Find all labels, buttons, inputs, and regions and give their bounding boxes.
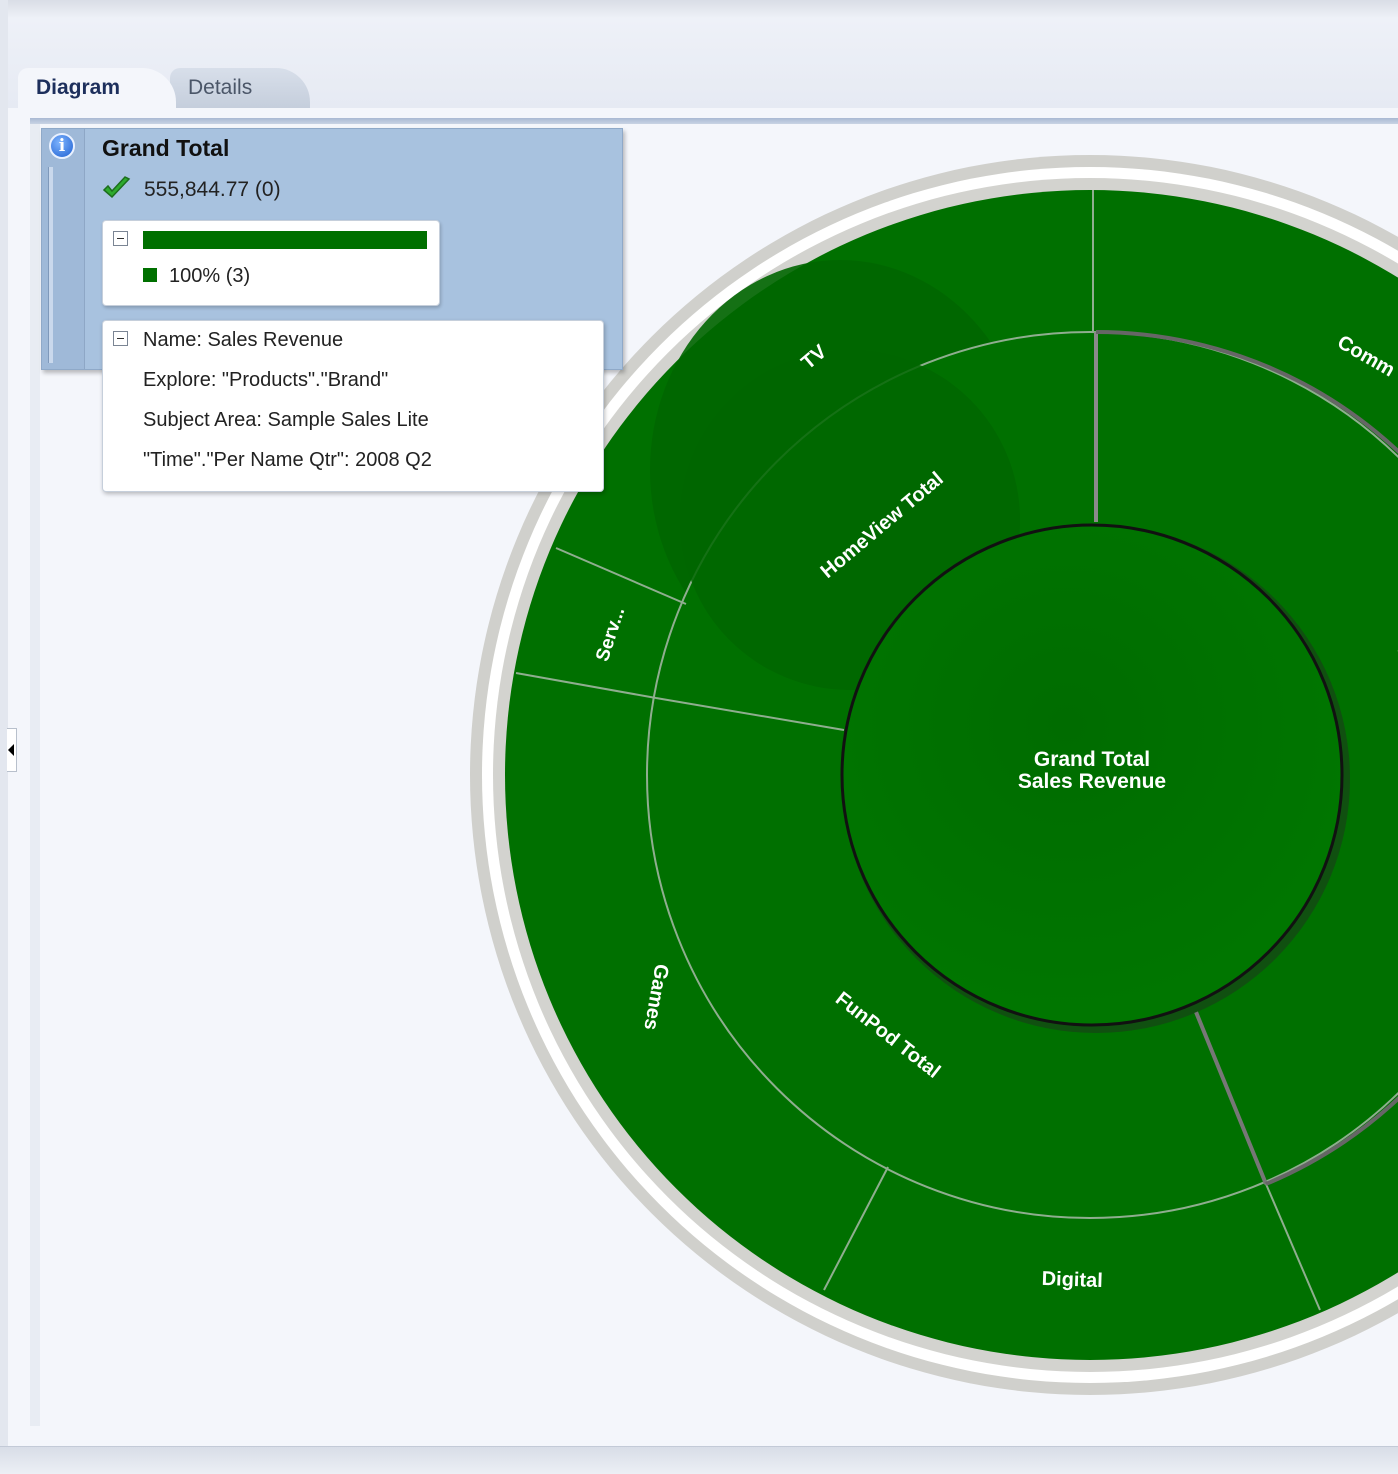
- strip-drag-handle: [48, 167, 53, 363]
- legend-swatch: [143, 268, 157, 282]
- legend-text: 100% (3): [169, 265, 250, 288]
- detail-subject-area: Subject Area: Sample Sales Lite: [143, 409, 429, 432]
- progress-fill: [143, 231, 427, 249]
- details-card: Name: Sales Revenue Explore: "Products".…: [102, 320, 604, 492]
- detail-time: "Time"."Per Name Qtr": 2008 Q2: [143, 449, 432, 472]
- panel-title: Grand Total: [102, 135, 229, 162]
- center-label-line1: Grand Total: [1034, 748, 1150, 771]
- center-label-line2: Sales Revenue: [1018, 770, 1166, 793]
- panel-value: 555,844.77 (0): [144, 178, 281, 202]
- progress-bar: [143, 231, 427, 249]
- left-panel-toggle[interactable]: [7, 728, 17, 772]
- segment-label-digital: Digital: [1041, 1268, 1103, 1292]
- info-panel-strip: i: [42, 129, 85, 369]
- distribution-card: 100% (3): [102, 220, 440, 306]
- info-icon[interactable]: i: [49, 133, 75, 159]
- check-icon: [102, 175, 132, 203]
- bottom-status-bar: [0, 1446, 1398, 1474]
- detail-explore: Explore: "Products"."Brand": [143, 369, 388, 392]
- collapse-minus-icon[interactable]: [113, 231, 128, 246]
- collapse-minus-icon[interactable]: [113, 331, 128, 346]
- detail-name: Name: Sales Revenue: [143, 329, 343, 352]
